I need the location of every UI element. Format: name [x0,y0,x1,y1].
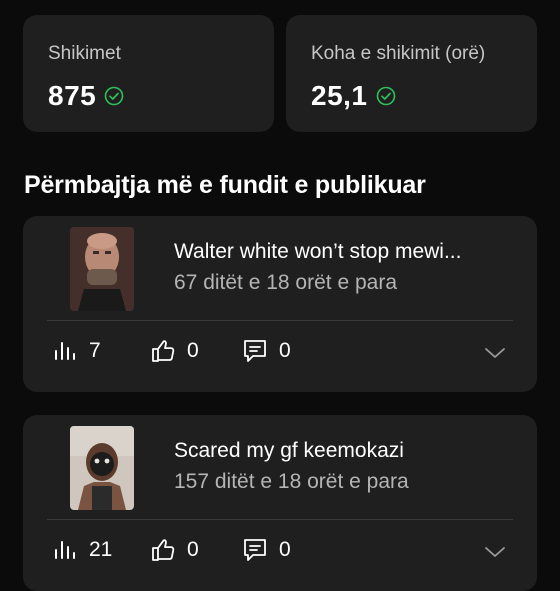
content-card[interactable]: Scared my gf keemokazi 157 ditët e 18 or… [23,415,537,591]
chevron-down-icon[interactable] [484,545,506,559]
divider [47,519,513,520]
metric-likes: 0 [149,337,241,365]
metric-comments: 0 [241,337,291,365]
views-count: 7 [89,339,101,362]
divider [47,320,513,321]
comment-icon [244,340,266,362]
video-title[interactable]: Scared my gf keemokazi [174,439,519,463]
check-circle-icon [376,86,395,106]
comments-count: 0 [279,538,291,561]
bar-chart-icon [55,342,75,360]
video-title[interactable]: Walter white won’t stop mewi... [174,240,519,264]
views-count: 21 [89,538,113,561]
likes-count: 0 [187,339,199,362]
chevron-down-icon[interactable] [484,346,506,360]
content-card[interactable]: Walter white won’t stop mewi... 67 ditët… [23,216,537,392]
video-age: 67 ditët e 18 orët e para [174,271,397,294]
video-age: 157 ditët e 18 orët e para [174,470,409,493]
video-thumbnail[interactable] [70,426,134,510]
stat-label: Koha e shikimit (orë) [311,43,486,64]
stat-value: 875 [48,80,97,111]
likes-count: 0 [187,538,199,561]
comments-count: 0 [279,339,291,362]
stat-card-watch-time[interactable]: Koha e shikimit (orë) 25,1 [286,15,537,132]
thumbs-up-icon [152,340,175,362]
stat-value: 25,1 [311,80,368,111]
video-thumbnail[interactable] [70,227,134,311]
stat-card-views[interactable]: Shikimet 875 [23,15,274,132]
check-circle-icon [104,86,124,106]
section-title: Përmbajtja më e fundit e publikuar [24,171,426,199]
stat-label: Shikimet [48,43,121,64]
metric-views: 7 [51,337,149,365]
